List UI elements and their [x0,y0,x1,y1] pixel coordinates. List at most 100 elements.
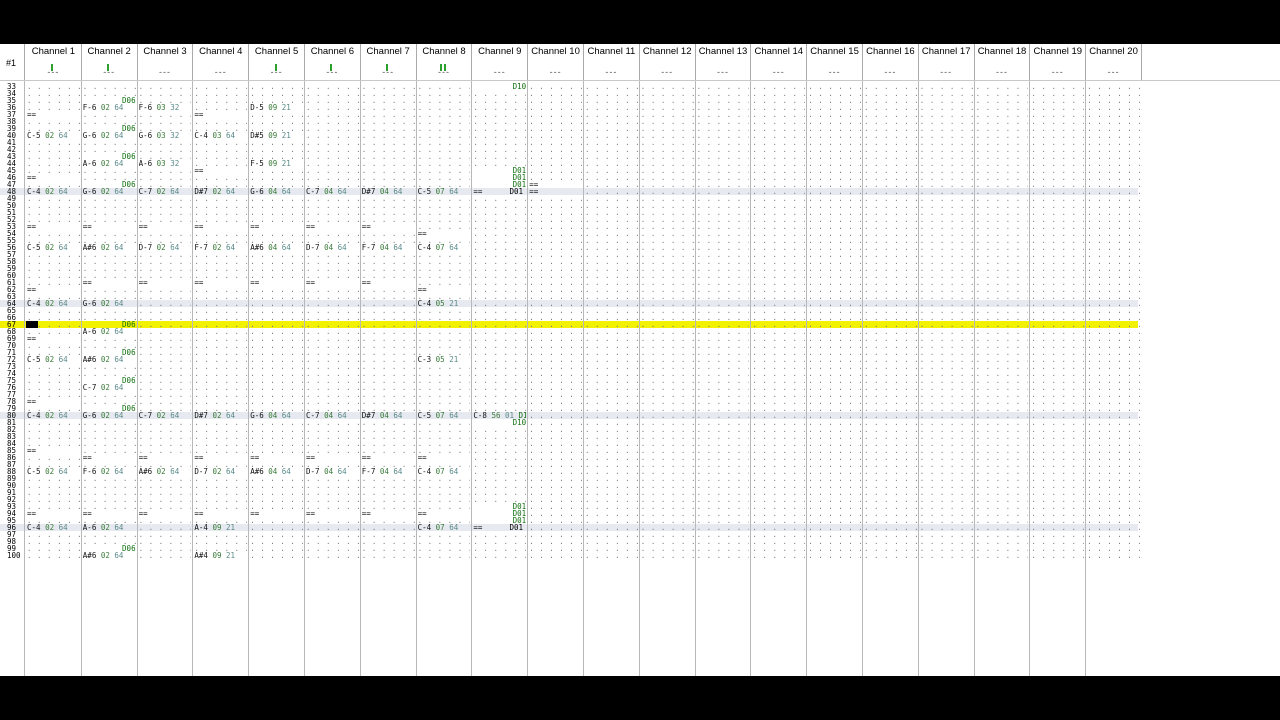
empty-cell[interactable]: . . . . . . . . . [641,111,694,118]
empty-cell[interactable]: . . . . . . . . . [362,440,415,447]
empty-cell[interactable]: . . . . . . . . . [362,90,415,97]
empty-cell[interactable]: . . . . . . . . . [920,181,973,188]
empty-cell[interactable]: . . . . . . . . . [529,475,582,482]
empty-cell[interactable]: . . . . . . . . . [1087,265,1140,272]
empty-cell[interactable]: . . . . . . . . . [306,251,359,258]
pattern-cell[interactable]: D06 [83,349,136,356]
empty-cell[interactable]: . . . . . . . . . [418,279,471,286]
pattern-cell[interactable]: C-8 56 01 D10 [473,412,526,419]
empty-cell[interactable]: . . . . . . . . . [585,216,638,223]
empty-cell[interactable]: . . . . . . . . . [864,398,917,405]
empty-cell[interactable]: . . . . . . . . . [139,230,192,237]
empty-cell[interactable]: . . . . . . . . . [752,146,805,153]
empty-cell[interactable]: . . . . . . . . . [1031,244,1084,251]
pattern-cell[interactable]: == [27,398,80,405]
empty-cell[interactable]: . . . . . . . . . [1087,307,1140,314]
empty-cell[interactable]: . . . . . . . . . [529,293,582,300]
empty-cell[interactable]: . . . . . . . . . [864,307,917,314]
empty-cell[interactable]: . . . . . . . . . [641,426,694,433]
empty-cell[interactable]: . . . . . . . . . [808,209,861,216]
pattern-row[interactable]: 73. . . . . . . . .. . . . . . . . .. . … [0,363,1140,371]
pattern-row[interactable]: 59. . . . . . . . .. . . . . . . . .. . … [0,265,1140,273]
empty-cell[interactable]: . . . . . . . . . [1031,286,1084,293]
empty-cell[interactable]: . . . . . . . . . [585,181,638,188]
empty-cell[interactable]: . . . . . . . . . [920,398,973,405]
empty-cell[interactable]: . . . . . . . . . [641,398,694,405]
empty-cell[interactable]: . . . . . . . . . [139,321,192,328]
empty-cell[interactable]: . . . . . . . . . [83,370,136,377]
empty-cell[interactable]: . . . . . . . . . [1031,405,1084,412]
empty-cell[interactable]: . . . . . . . . . [920,545,973,552]
empty-cell[interactable]: . . . . . . . . . [585,258,638,265]
empty-cell[interactable]: . . . . . . . . . [752,132,805,139]
pattern-row[interactable]: 79. . . . . . . . .D06. . . . . . . . ..… [0,405,1140,413]
empty-cell[interactable]: . . . . . . . . . [418,125,471,132]
empty-cell[interactable]: . . . . . . . . . [697,167,750,174]
empty-cell[interactable]: . . . . . . . . . [529,251,582,258]
empty-cell[interactable]: . . . . . . . . . [529,531,582,538]
empty-cell[interactable]: . . . . . . . . . [1031,377,1084,384]
empty-cell[interactable]: . . . . . . . . . [250,489,303,496]
empty-cell[interactable]: . . . . . . . . . [362,503,415,510]
empty-cell[interactable]: . . . . . . . . . [864,223,917,230]
empty-cell[interactable]: . . . . . . . . . [752,272,805,279]
empty-cell[interactable]: . . . . . . . . . [473,223,526,230]
empty-cell[interactable]: . . . . . . . . . [697,202,750,209]
empty-cell[interactable]: . . . . . . . . . [362,419,415,426]
empty-cell[interactable]: . . . . . . . . . [473,216,526,223]
empty-cell[interactable]: . . . . . . . . . [306,160,359,167]
empty-cell[interactable]: . . . . . . . . . [473,328,526,335]
empty-cell[interactable]: . . . . . . . . . [920,440,973,447]
empty-cell[interactable]: . . . . . . . . . [864,286,917,293]
empty-cell[interactable]: . . . . . . . . . [139,377,192,384]
empty-cell[interactable]: . . . . . . . . . [976,370,1029,377]
empty-cell[interactable]: . . . . . . . . . [473,209,526,216]
empty-cell[interactable]: . . . . . . . . . [976,104,1029,111]
empty-cell[interactable]: . . . . . . . . . [641,244,694,251]
empty-cell[interactable]: . . . . . . . . . [306,209,359,216]
empty-cell[interactable]: . . . . . . . . . [250,335,303,342]
empty-cell[interactable]: . . . . . . . . . [1087,454,1140,461]
empty-cell[interactable]: . . . . . . . . . [920,216,973,223]
empty-cell[interactable]: . . . . . . . . . [83,167,136,174]
empty-cell[interactable]: . . . . . . . . . [529,538,582,545]
empty-cell[interactable]: . . . . . . . . . [362,349,415,356]
empty-cell[interactable]: . . . . . . . . . [1031,111,1084,118]
empty-cell[interactable]: . . . . . . . . . [697,454,750,461]
empty-cell[interactable]: . . . . . . . . . [529,160,582,167]
empty-cell[interactable]: . . . . . . . . . [920,97,973,104]
empty-cell[interactable]: . . . . . . . . . [808,307,861,314]
pattern-row[interactable]: 36. . . . . . . . .F-6 02 64F-6 03 32. .… [0,104,1140,112]
empty-cell[interactable]: . . . . . . . . . [306,552,359,559]
empty-cell[interactable]: . . . . . . . . . [529,545,582,552]
empty-cell[interactable]: . . . . . . . . . [752,461,805,468]
empty-cell[interactable]: . . . . . . . . . [529,482,582,489]
empty-cell[interactable]: . . . . . . . . . [194,370,247,377]
empty-cell[interactable]: . . . . . . . . . [194,433,247,440]
empty-cell[interactable]: . . . . . . . . . [362,363,415,370]
empty-cell[interactable]: . . . . . . . . . [362,174,415,181]
empty-cell[interactable]: . . . . . . . . . [808,202,861,209]
empty-cell[interactable]: . . . . . . . . . [697,524,750,531]
empty-cell[interactable]: . . . . . . . . . [83,531,136,538]
empty-cell[interactable]: . . . . . . . . . [1087,188,1140,195]
empty-cell[interactable]: . . . . . . . . . [250,426,303,433]
empty-cell[interactable]: . . . . . . . . . [641,328,694,335]
empty-cell[interactable]: . . . . . . . . . [976,545,1029,552]
empty-cell[interactable]: . . . . . . . . . [250,398,303,405]
empty-cell[interactable]: . . . . . . . . . [641,83,694,90]
empty-cell[interactable]: . . . . . . . . . [529,419,582,426]
empty-cell[interactable]: . . . . . . . . . [976,167,1029,174]
pattern-cell[interactable]: == [306,454,359,461]
empty-cell[interactable]: . . . . . . . . . [529,272,582,279]
empty-cell[interactable]: . . . . . . . . . [306,349,359,356]
pattern-cell[interactable]: == [194,111,247,118]
empty-cell[interactable]: . . . . . . . . . [306,118,359,125]
empty-cell[interactable]: . . . . . . . . . [864,216,917,223]
empty-cell[interactable]: . . . . . . . . . [27,195,80,202]
empty-cell[interactable]: . . . . . . . . . [250,153,303,160]
empty-cell[interactable]: . . . . . . . . . [473,104,526,111]
empty-cell[interactable]: . . . . . . . . . [585,496,638,503]
empty-cell[interactable]: . . . . . . . . . [194,321,247,328]
empty-cell[interactable]: . . . . . . . . . [1087,174,1140,181]
